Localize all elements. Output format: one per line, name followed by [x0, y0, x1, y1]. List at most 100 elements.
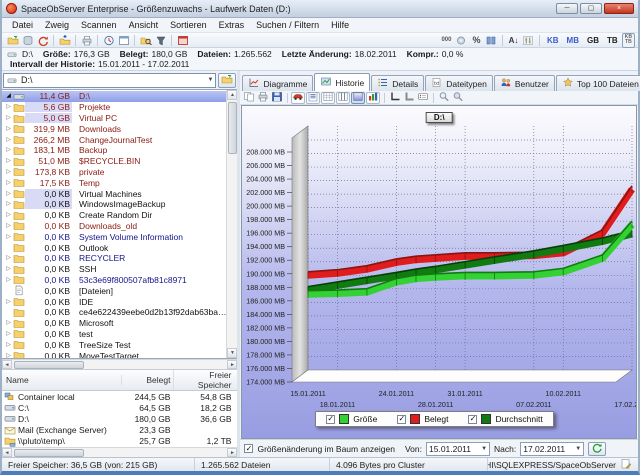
expander-icon[interactable]: ▷: [4, 342, 13, 348]
options-window-button[interactable]: [116, 34, 131, 47]
scrollbar-thumb[interactable]: [14, 361, 84, 369]
unit-button-kb[interactable]: KB: [543, 34, 563, 47]
show-change-checkbox[interactable]: ✓: [244, 444, 253, 453]
unit-button-tb[interactable]: TB: [603, 34, 622, 47]
gallery-button[interactable]: [291, 92, 305, 104]
tree-item-treesize-test[interactable]: ▷0,0 KBTreeSize Test: [2, 339, 226, 350]
expander-icon[interactable]: ▷: [4, 191, 13, 197]
close-button[interactable]: ×: [604, 3, 634, 14]
menu-suchen-filtern[interactable]: Suchen / Filtern: [250, 18, 325, 32]
sliders-button[interactable]: [521, 34, 536, 47]
chevron-down-icon[interactable]: ▼: [481, 446, 487, 452]
series-edit-button[interactable]: [306, 92, 320, 104]
auto-unit-button[interactable]: KBTB: [622, 33, 635, 48]
tree-item-virtual-pc[interactable]: ▷5,0 GBVirtual PC: [2, 113, 226, 124]
menu-sortieren[interactable]: Sortieren: [164, 18, 213, 32]
bars-3d-button[interactable]: [366, 92, 380, 104]
tree-item-ide[interactable]: ▷0,0 KBIDE: [2, 296, 226, 307]
export-up-button[interactable]: [57, 34, 72, 47]
expander-icon[interactable]: ▷: [4, 234, 13, 240]
scroll-left-icon[interactable]: ◄: [2, 360, 12, 369]
chevron-down-icon[interactable]: ▼: [208, 77, 214, 83]
expander-icon[interactable]: ▷: [4, 266, 13, 272]
volume-row-pluto-temp[interactable]: \\pluto\temp\25,7 GB1,2 TB: [2, 436, 237, 447]
expander-icon[interactable]: ◢: [4, 93, 13, 99]
chevron-down-icon[interactable]: ▼: [575, 446, 581, 452]
search-folder-button[interactable]: [138, 34, 153, 47]
tree-item-53c3e69f800507afb81c8971[interactable]: ▷0,0 KB53c3e69f800507afb81c8971: [2, 275, 226, 286]
tree-item-dateien[interactable]: 0,0 KB[Dateien]: [2, 285, 226, 296]
tree-item-temp[interactable]: ▷17,5 KBTemp: [2, 177, 226, 188]
expander-icon[interactable]: ▷: [4, 115, 13, 121]
expander-icon[interactable]: ▷: [4, 126, 13, 132]
scroll-left-icon[interactable]: ◄: [2, 448, 12, 457]
tree-item-ce4e622439eebe0d2b13f92dab63ba[interactable]: 0,0 KBce4e622439eebe0d2b13f92dab63ba…: [2, 307, 226, 318]
legend-checkbox[interactable]: ✓: [326, 415, 335, 424]
tree-item-backup[interactable]: ▷183,1 MBBackup: [2, 145, 226, 156]
copy-button[interactable]: [242, 92, 256, 104]
expander-icon[interactable]: ▷: [4, 277, 13, 283]
open-folder-button[interactable]: [5, 34, 20, 47]
database-button[interactable]: [20, 34, 35, 47]
expander-icon[interactable]: ▷: [4, 353, 13, 358]
zoom-out-button[interactable]: [451, 92, 465, 104]
tree-horizontal-scrollbar[interactable]: ◄ ►: [2, 359, 237, 369]
expander-icon[interactable]: ▷: [4, 169, 13, 175]
tree-item-system-volume-information[interactable]: ▷0,0 KBSystem Volume Information: [2, 231, 226, 242]
tree-item-microsoft[interactable]: ▷0,0 KBMicrosoft: [2, 318, 226, 329]
tree-item-changejournaltest[interactable]: ▷266,2 MBChangeJournalTest: [2, 134, 226, 145]
column-header-used[interactable]: Belegt: [121, 375, 173, 385]
expander-icon[interactable]: ▷: [4, 180, 13, 186]
tree-item-recycler[interactable]: ▷0,0 KBRECYCLER: [2, 253, 226, 264]
volume-row-c[interactable]: C:\64,5 GB18,2 GB: [2, 402, 237, 413]
volume-row-d[interactable]: D:\180,0 GB36,6 GB: [2, 413, 237, 424]
menu-scannen[interactable]: Scannen: [75, 18, 123, 32]
legend-checkbox[interactable]: ✓: [468, 415, 477, 424]
percent-button[interactable]: %: [469, 34, 484, 47]
tree-item-create-random-dir[interactable]: ▷0,0 KBCreate Random Dir: [2, 210, 226, 221]
expander-icon[interactable]: ▷: [4, 147, 13, 153]
minimize-button[interactable]: ─: [556, 3, 578, 14]
sort-az-button[interactable]: A↓: [506, 34, 521, 47]
tree-item-ssh[interactable]: ▷0,0 KBSSH: [2, 264, 226, 275]
legend-box-button[interactable]: [416, 92, 430, 104]
tab-historie[interactable]: Historie: [314, 73, 370, 91]
expander-icon[interactable]: ▷: [4, 201, 13, 207]
tree-item-virtual-machines[interactable]: ▷0,0 KBVirtual Machines: [2, 188, 226, 199]
column-header-free[interactable]: Freier Speicher: [173, 370, 237, 390]
filter-button[interactable]: [153, 34, 168, 47]
expander-icon[interactable]: ▷: [4, 331, 13, 337]
legend-checkbox[interactable]: ✓: [397, 415, 406, 424]
scroll-right-icon[interactable]: ►: [227, 360, 237, 369]
tree-item-downloads[interactable]: ▷319,9 MBDownloads: [2, 123, 226, 134]
expander-icon[interactable]: ▷: [4, 299, 13, 305]
expander-icon[interactable]: ▷: [4, 158, 13, 164]
expander-icon[interactable]: ▷: [4, 212, 13, 218]
tree-item-private[interactable]: ▷173,8 KBprivate: [2, 167, 226, 178]
column-header-name[interactable]: Name: [2, 375, 121, 385]
scrollbar-thumb[interactable]: [228, 102, 237, 154]
menu-hilfe[interactable]: Hilfe: [325, 18, 355, 32]
tab-top-100-dateien[interactable]: Top 100 Dateien: [556, 75, 640, 91]
tree-item-test[interactable]: ▷0,0 KBtest: [2, 329, 226, 340]
axes-button[interactable]: [388, 92, 402, 104]
menu-datei[interactable]: Datei: [6, 18, 39, 32]
expander-icon[interactable]: ▷: [4, 104, 13, 110]
tree-item-d[interactable]: ◢11,4 GBD:\: [2, 91, 226, 102]
nach-datepicker[interactable]: 17.02.2011 ▼: [520, 442, 584, 456]
gradient-toggle-button[interactable]: [351, 92, 365, 104]
tab-details[interactable]: Details: [371, 75, 424, 91]
tab-dateitypen[interactable]: txtDateitypen: [425, 75, 493, 91]
maximize-button[interactable]: ▢: [580, 3, 602, 14]
tree-item-projekte[interactable]: ▷5,6 GBProjekte: [2, 102, 226, 113]
menu-ansicht[interactable]: Ansicht: [123, 18, 165, 32]
scroll-right-icon[interactable]: ►: [227, 448, 237, 457]
print-button[interactable]: [256, 92, 270, 104]
unit-button-mb[interactable]: MB: [563, 34, 583, 47]
expander-icon[interactable]: ▷: [4, 137, 13, 143]
tree-item-movetesttarget[interactable]: ▷0,0 KBMoveTestTarget: [2, 350, 226, 358]
volumes-horizontal-scrollbar[interactable]: ◄ ►: [2, 447, 237, 457]
edit-page-icon[interactable]: [620, 458, 632, 471]
donut-button[interactable]: [454, 34, 469, 47]
scroll-up-icon[interactable]: ▲: [227, 90, 237, 100]
